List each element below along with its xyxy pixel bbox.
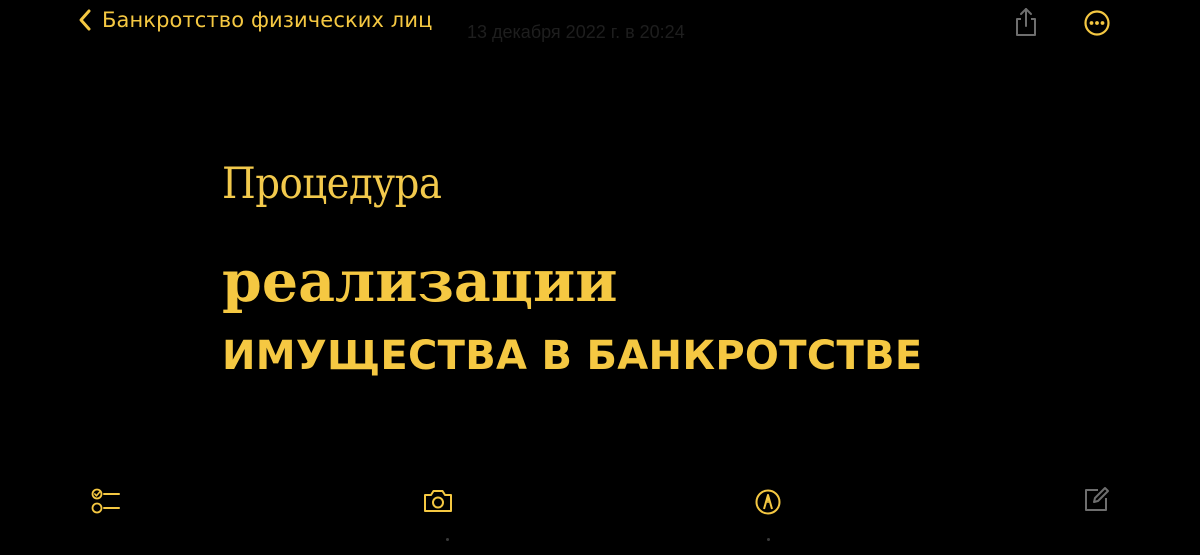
- ellipsis-circle-icon: [1084, 10, 1110, 36]
- markup-pen-icon: [755, 489, 781, 515]
- more-options-button[interactable]: [1083, 9, 1111, 37]
- markup-indicator-dot: [767, 538, 770, 541]
- chevron-left-icon: [79, 9, 91, 31]
- note-title-line-2: реализации: [222, 248, 618, 315]
- checklist-icon: [91, 488, 120, 514]
- compose-icon: [1085, 487, 1109, 511]
- camera-icon: [424, 490, 452, 512]
- checklist-button[interactable]: [90, 487, 122, 515]
- share-button[interactable]: [1013, 7, 1039, 37]
- markup-button[interactable]: [753, 487, 783, 517]
- share-icon: [1016, 8, 1036, 36]
- back-button-label: Банкротство физических лиц: [102, 8, 433, 32]
- compose-button[interactable]: [1082, 486, 1110, 514]
- top-navigation-bar: Банкротство физических лиц 13 декабря 20…: [0, 0, 1200, 46]
- note-date: 13 декабря 2022 г. в 20:24: [467, 22, 685, 42]
- camera-button[interactable]: [422, 487, 454, 515]
- camera-indicator-dot: [446, 538, 449, 541]
- note-title-line-3: ИМУЩЕСТВА В БАНКРОТСТВЕ: [222, 333, 923, 379]
- note-title-line-1: Процедура: [222, 159, 442, 209]
- note-content[interactable]: Процедура реализации ИМУЩЕСТВА В БАНКРОТ…: [222, 159, 922, 377]
- back-button[interactable]: Банкротство физических лиц: [78, 8, 432, 32]
